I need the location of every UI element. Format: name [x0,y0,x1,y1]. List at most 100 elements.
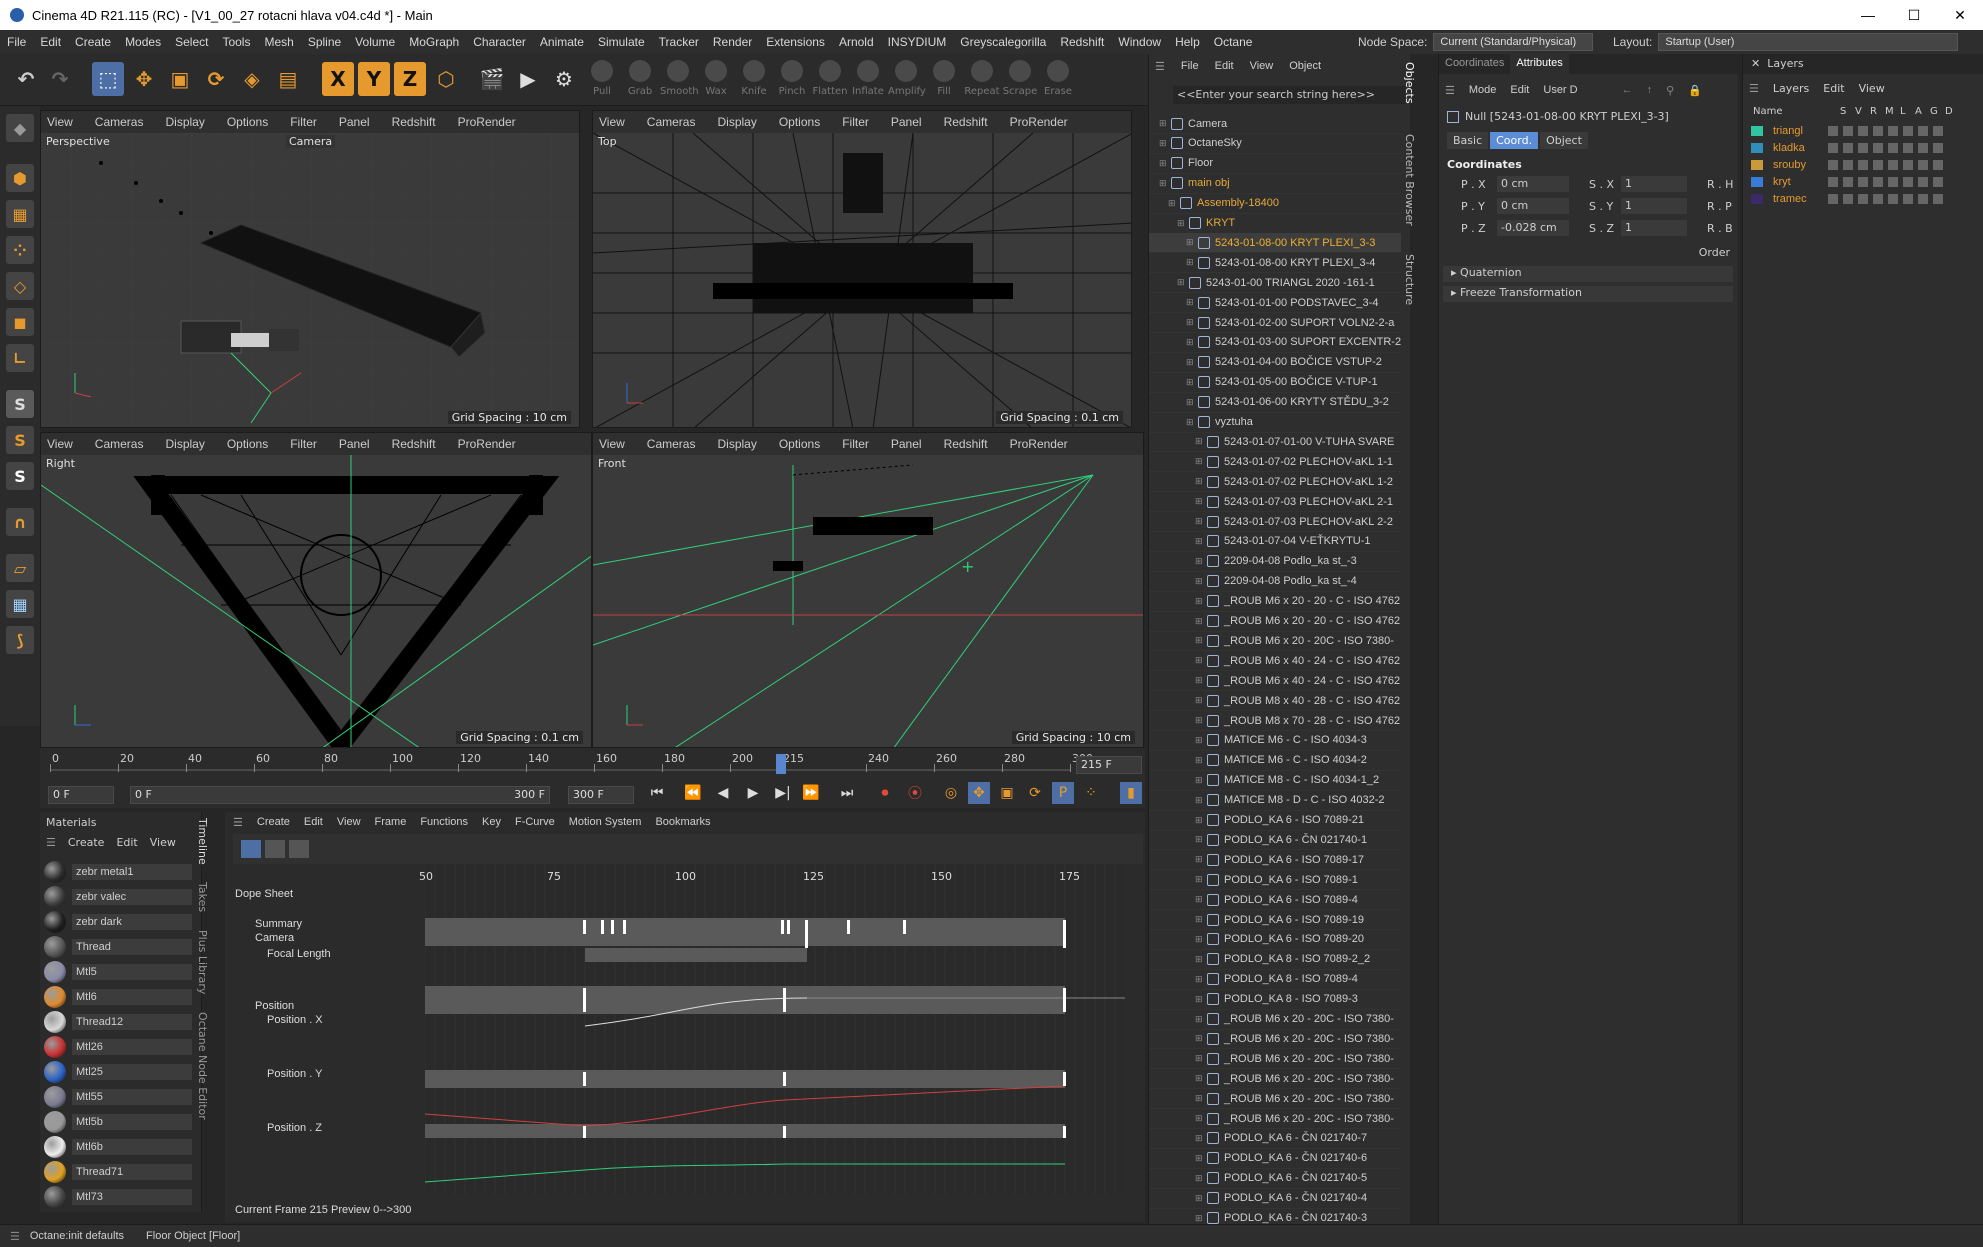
object-tree-item[interactable]: ⊞ 2209-04-08 Podlo_ka st_-3 [1149,552,1401,572]
menu-greyscalegorilla[interactable]: Greyscalegorilla [953,35,1053,49]
layer-item[interactable]: tramec [1751,190,1976,207]
layer-toggle-icon[interactable] [1843,125,1853,136]
parameter-key-icon[interactable]: P [1052,782,1074,804]
scale-field[interactable]: 1 [1621,220,1687,236]
menu-help[interactable]: Help [1168,35,1207,49]
fcurve-mode-icon[interactable] [265,840,285,858]
object-tree-item[interactable]: ⊞ _ROUB M6 x 20 - 20C - ISO 7380- [1149,1049,1401,1070]
tab-attributes[interactable]: Attributes [1510,54,1569,74]
current-frame-field[interactable]: 0 F [48,786,114,804]
expand-icon[interactable]: ⊞ [1195,476,1205,487]
dope-track-position[interactable]: Position [255,1000,294,1012]
menu-tools[interactable]: Tools [215,35,257,49]
solo-icon[interactable]: S [6,426,34,454]
object-tree-item[interactable]: ⊞ 5243-01-07-03 PLECHOV-aKL 2-2 [1149,512,1401,532]
sculpt-inflate-button[interactable]: Inflate [850,58,886,97]
layer-item[interactable]: kryt [1751,173,1976,190]
layer-toggle-icon[interactable] [1843,159,1853,170]
layer-toggle-icon[interactable] [1903,193,1913,204]
object-tree-item[interactable]: ⊞ _ROUB M6 x 20 - 20C - ISO 7380- [1149,1069,1401,1090]
dope-track-focal-length[interactable]: Focal Length [267,948,331,960]
layer-column-header[interactable]: D [1945,106,1953,117]
layer-toggle-icon[interactable] [1828,142,1838,153]
menu-tracker[interactable]: Tracker [652,35,706,49]
coordinate-system-icon[interactable]: ⬡ [430,62,462,96]
object-tree-item[interactable]: ⊞ PODLO_KA 6 - ČN 021740-5 [1149,1169,1401,1189]
object-tree-item[interactable]: ⊞ Floor [1149,154,1401,174]
expand-icon[interactable]: ⊞ [1195,556,1205,567]
expand-icon[interactable]: ⊞ [1195,1093,1205,1104]
rotation-key-icon[interactable]: ⟳ [1024,782,1046,804]
layer-toggle-icon[interactable] [1903,125,1913,136]
layer-toggle-icon[interactable] [1873,176,1883,187]
material-item[interactable]: zebr dark [44,910,192,934]
expand-icon[interactable]: ⊞ [1195,1133,1205,1144]
position-field[interactable]: -0.028 cm [1497,220,1569,236]
end-frame-field[interactable]: 215 F [1076,756,1142,774]
layer-toggle-icon[interactable] [1888,193,1898,204]
menu-octane[interactable]: Octane [1207,35,1260,49]
autokeying-icon[interactable]: ⦿ [904,782,926,804]
layer-toggle-icon[interactable] [1903,176,1913,187]
expand-icon[interactable]: ⊞ [1195,815,1205,826]
key-mode-icon[interactable] [241,840,261,858]
quaternion-group[interactable]: ▸ Quaternion [1443,266,1733,282]
expand-icon[interactable]: ⊞ [1195,755,1205,766]
object-tree-item[interactable]: ⊞ PODLO_KA 6 - ČN 021740-7 [1149,1129,1401,1149]
layer-toggle-icon[interactable] [1858,142,1868,153]
object-tree-item[interactable]: ⊞ MATICE M6 - C - ISO 4034-3 [1149,731,1401,751]
sculpt-repeat-button[interactable]: Repeat [964,58,1000,97]
scale-field[interactable]: 1 [1621,176,1687,192]
sculpt-pinch-button[interactable]: Pinch [774,58,810,97]
keyframe-selection-icon[interactable]: ◎ [940,782,962,804]
expand-icon[interactable]: ⊞ [1159,118,1169,129]
status-menu-icon[interactable]: ☰ [10,1230,20,1243]
layer-toggle-icon[interactable] [1918,142,1928,153]
expand-icon[interactable]: ⊞ [1195,1213,1205,1224]
back-arrow-icon[interactable]: ← [1622,84,1633,97]
play-icon[interactable]: ▶ [742,782,764,804]
layer-toggle-icon[interactable] [1843,176,1853,187]
object-tree-item[interactable]: ⊞ vyztuha [1149,413,1401,433]
menu-window[interactable]: Window [1111,35,1168,49]
material-item[interactable]: Thread12 [44,1010,192,1034]
viewport-perspective[interactable]: View Cameras Display Options Filter Panel Reds… [40,110,580,428]
expand-icon[interactable]: ⊞ [1195,974,1205,985]
grid-icon[interactable]: ▦ [6,590,34,618]
layer-toggle-icon[interactable] [1903,159,1913,170]
object-tree-item[interactable]: ⊞ MATICE M8 - D - C - ISO 4032-2 [1149,791,1401,811]
solo-hierarchy-icon[interactable]: S [6,462,34,490]
go-to-start-icon[interactable]: ⏮ [646,782,668,804]
menu-modes[interactable]: Modes [118,35,168,49]
layer-toggle-icon[interactable] [1918,193,1928,204]
node-space-dropdown[interactable]: Current (Standard/Physical) [1433,33,1594,51]
layer-toggle-icon[interactable] [1933,176,1943,187]
menu-mesh[interactable]: Mesh [257,35,300,49]
layer-item[interactable]: triangl [1751,122,1976,139]
expand-icon[interactable]: ⊞ [1195,456,1205,467]
maximize-button[interactable]: ☐ [1891,0,1937,30]
object-tree-item[interactable]: ⊞ PODLO_KA 6 - ISO 7089-1 [1149,870,1401,891]
playhead[interactable] [776,754,786,774]
viewport-front[interactable]: View Cameras Display Options Filter Panel Reds… [592,432,1144,748]
max-frame-field[interactable]: 300 F [568,786,634,804]
layer-column-header[interactable]: R [1870,106,1877,117]
expand-icon[interactable]: ⊞ [1195,1073,1205,1084]
object-tree-item[interactable]: ⊞ PODLO_KA 8 - ISO 7089-4 [1149,970,1401,990]
layer-toggle-icon[interactable] [1858,176,1868,187]
expand-icon[interactable]: ⊞ [1195,1033,1205,1044]
object-tree-item[interactable]: ⊞ _ROUB M6 x 20 - 20C - ISO 7380- [1149,1029,1401,1050]
rotate-icon[interactable]: ⟳ [200,62,232,96]
object-tree-item[interactable]: ⊞ 5243-01-00 TRIANGL 2020 -161-1 [1149,273,1401,294]
expand-icon[interactable]: ⊞ [1186,417,1196,428]
layer-toggle-icon[interactable] [1843,193,1853,204]
position-key-icon[interactable]: ✥ [968,782,990,804]
object-tree-item[interactable]: ⊞ 5243-01-05-00 BOČICE V-TUP-1 [1149,373,1401,393]
layer-toggle-icon[interactable] [1858,193,1868,204]
model-mode-icon[interactable]: ⬢ [6,164,34,192]
expand-icon[interactable]: ⊞ [1186,377,1196,388]
layer-toggle-icon[interactable] [1933,159,1943,170]
layer-toggle-icon[interactable] [1933,142,1943,153]
material-item[interactable]: Mtl25 [44,1060,192,1084]
expand-icon[interactable]: ⊞ [1186,257,1196,268]
